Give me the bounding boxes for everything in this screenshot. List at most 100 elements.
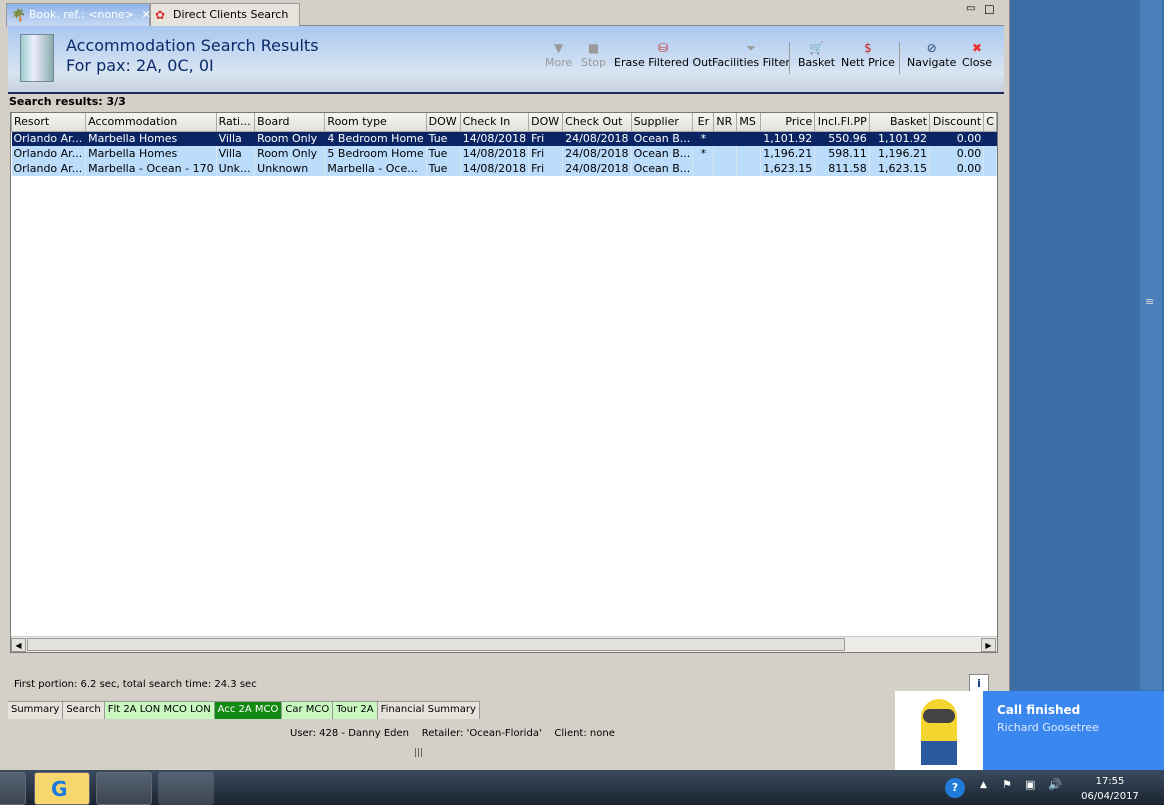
facilities-filter-button[interactable]: ⏷ Facilities Filter: [712, 40, 790, 69]
table-cell: 1,101.92: [869, 131, 931, 146]
column-header[interactable]: Basket: [868, 113, 931, 132]
table-cell: 0.00: [929, 161, 985, 176]
table-cell: Fri: [528, 131, 564, 146]
notification-title: Call finished: [997, 703, 1081, 717]
column-header[interactable]: Check Out: [562, 113, 632, 132]
table-cell: Fri: [528, 161, 564, 176]
tab-booking[interactable]: 🌴 Book. ref.: <none> ✕: [6, 3, 151, 27]
basket-button[interactable]: 🛒 Basket: [798, 40, 835, 69]
table-cell: [713, 131, 738, 146]
table-cell: Tue: [426, 131, 461, 146]
tab-flight[interactable]: Flt 2A LON MCO LON: [104, 702, 215, 719]
table-cell: Ocean B...: [631, 146, 694, 161]
column-header[interactable]: Incl.Fl.PP: [814, 113, 870, 132]
pax-subtitle: For pax: 2A, 0C, 0I: [66, 56, 214, 75]
column-header[interactable]: Supplier: [630, 113, 694, 132]
tab-bar: 🌴 Book. ref.: <none> ✕ ✿ Direct Clients Se…: [6, 3, 1004, 27]
column-header[interactable]: Board: [254, 113, 326, 132]
clock[interactable]: 17:55 06/04/2017: [1080, 774, 1140, 804]
table-cell: 0.00: [929, 146, 985, 161]
tray-expand-icon[interactable]: ▲: [980, 780, 987, 790]
tab-car[interactable]: Car MCO: [282, 702, 334, 719]
column-header[interactable]: MS: [736, 113, 761, 132]
table-cell: 14/08/2018: [460, 161, 530, 176]
column-header[interactable]: Room type: [324, 113, 427, 132]
tab-financial-summary[interactable]: Financial Summary: [377, 702, 480, 719]
column-header[interactable]: Accommodation: [85, 113, 217, 132]
table-cell: 0.00: [929, 131, 985, 146]
table-cell: 811.58: [814, 161, 870, 176]
table-cell: *: [692, 131, 715, 146]
results-header: Accommodation Search Results For pax: 2A…: [8, 26, 1004, 94]
taskbar-app-2[interactable]: G: [34, 772, 90, 805]
taskbar-app-4[interactable]: [158, 772, 214, 805]
nett-price-button[interactable]: $ Nett Price: [841, 40, 895, 69]
minimize-button[interactable]: ▭: [966, 3, 975, 14]
funnel-icon: ⏷: [746, 41, 756, 55]
tab-summary[interactable]: Summary: [8, 702, 64, 719]
column-header[interactable]: Er: [692, 113, 715, 132]
table-cell: Marbella Homes: [85, 146, 217, 161]
erase-bin-icon: ⛁: [658, 41, 669, 55]
table-cell: Room Only: [254, 146, 326, 161]
app-window: 🌴 Book. ref.: <none> ✕ ✿ Direct Clients Se…: [0, 0, 1010, 770]
table-cell: Villa: [216, 146, 256, 161]
table-cell: Tue: [426, 146, 461, 161]
horizontal-scrollbar[interactable]: ◀ ▶: [11, 636, 997, 652]
action-center-flag-icon[interactable]: ⚑: [1002, 778, 1012, 791]
table-cell: Unknown: [254, 161, 326, 176]
maximize-button[interactable]: ☐: [984, 3, 995, 17]
column-header[interactable]: DOW: [425, 113, 461, 132]
building-icon: [20, 34, 54, 82]
table-cell: Fri: [528, 146, 564, 161]
more-button[interactable]: ▼ More: [545, 40, 572, 69]
table-cell: [983, 146, 997, 161]
column-header[interactable]: Check In: [459, 113, 530, 132]
stop-button[interactable]: ■ Stop: [581, 40, 606, 69]
table-cell: 1,196.21: [869, 146, 931, 161]
search-results-count: Search results: 3/3: [9, 95, 126, 108]
column-header[interactable]: DOW: [528, 113, 564, 132]
side-panel-bar[interactable]: ≡: [1140, 0, 1162, 690]
table-cell: 4 Bedroom Home: [324, 131, 427, 146]
call-notification[interactable]: Call finished Richard Goosetree: [895, 691, 1164, 770]
scroll-right-button[interactable]: ▶: [981, 638, 996, 652]
caller-name: Richard Goosetree: [997, 721, 1099, 734]
scroll-thumb[interactable]: [27, 638, 845, 651]
network-icon[interactable]: ▣: [1025, 778, 1035, 791]
erase-filtered-out-button[interactable]: ⛁ Erase Filtered Out: [614, 40, 712, 69]
table-cell: 598.11: [814, 146, 870, 161]
taskbar: G ? ▲ ⚑ ▣ 🔊 17:55 06/04/2017: [0, 770, 1164, 805]
table-row[interactable]: Orlando Ar... Marbella Homes Villa Room Onl…: [11, 131, 997, 146]
tab-direct-clients-search[interactable]: ✿ Direct Clients Search: [150, 3, 300, 27]
column-header[interactable]: C: [983, 113, 997, 132]
navigate-button[interactable]: ⊘ Navigate: [907, 40, 956, 69]
close-icon: ✖: [971, 41, 983, 55]
table-cell: Orlando Ar...: [11, 146, 87, 161]
palm-tree-icon: 🌴: [11, 8, 26, 22]
table-cell: *: [692, 146, 715, 161]
tab-tour[interactable]: Tour 2A: [333, 702, 378, 719]
table-row[interactable]: Orlando Ar... Marbella Homes Villa Room Onl…: [11, 146, 997, 161]
tab-search[interactable]: Search: [63, 702, 105, 719]
column-header[interactable]: Rati...: [215, 113, 256, 132]
table-cell: Orlando Ar...: [11, 161, 87, 176]
table-cell: 1,196.21: [760, 146, 816, 161]
column-header[interactable]: Discount: [929, 113, 985, 132]
status-bar: User: 428 - Danny Eden Retailer: 'Ocean-…: [290, 728, 615, 739]
tab-accommodation[interactable]: Acc 2A MCO: [214, 702, 283, 719]
help-icon[interactable]: ?: [945, 778, 965, 798]
close-button[interactable]: ✖ Close: [962, 40, 992, 69]
table-row[interactable]: Orlando Ar... Marbella - Ocean - 170 Unk..…: [11, 161, 997, 176]
column-header[interactable]: NR: [713, 113, 738, 132]
resize-grip[interactable]: |||: [414, 748, 423, 758]
volume-icon[interactable]: 🔊: [1048, 778, 1062, 791]
column-header[interactable]: Price: [759, 113, 816, 132]
search-timing: First portion: 6.2 sec, total search tim…: [14, 679, 257, 690]
results-table: Resort Accommodation Rati... Board Room type…: [10, 112, 998, 653]
column-header[interactable]: Resort: [11, 113, 87, 132]
table-cell: Ocean B...: [631, 131, 694, 146]
scroll-left-button[interactable]: ◀: [11, 638, 26, 652]
taskbar-app-3[interactable]: [96, 772, 152, 805]
taskbar-app-1[interactable]: [0, 772, 26, 805]
